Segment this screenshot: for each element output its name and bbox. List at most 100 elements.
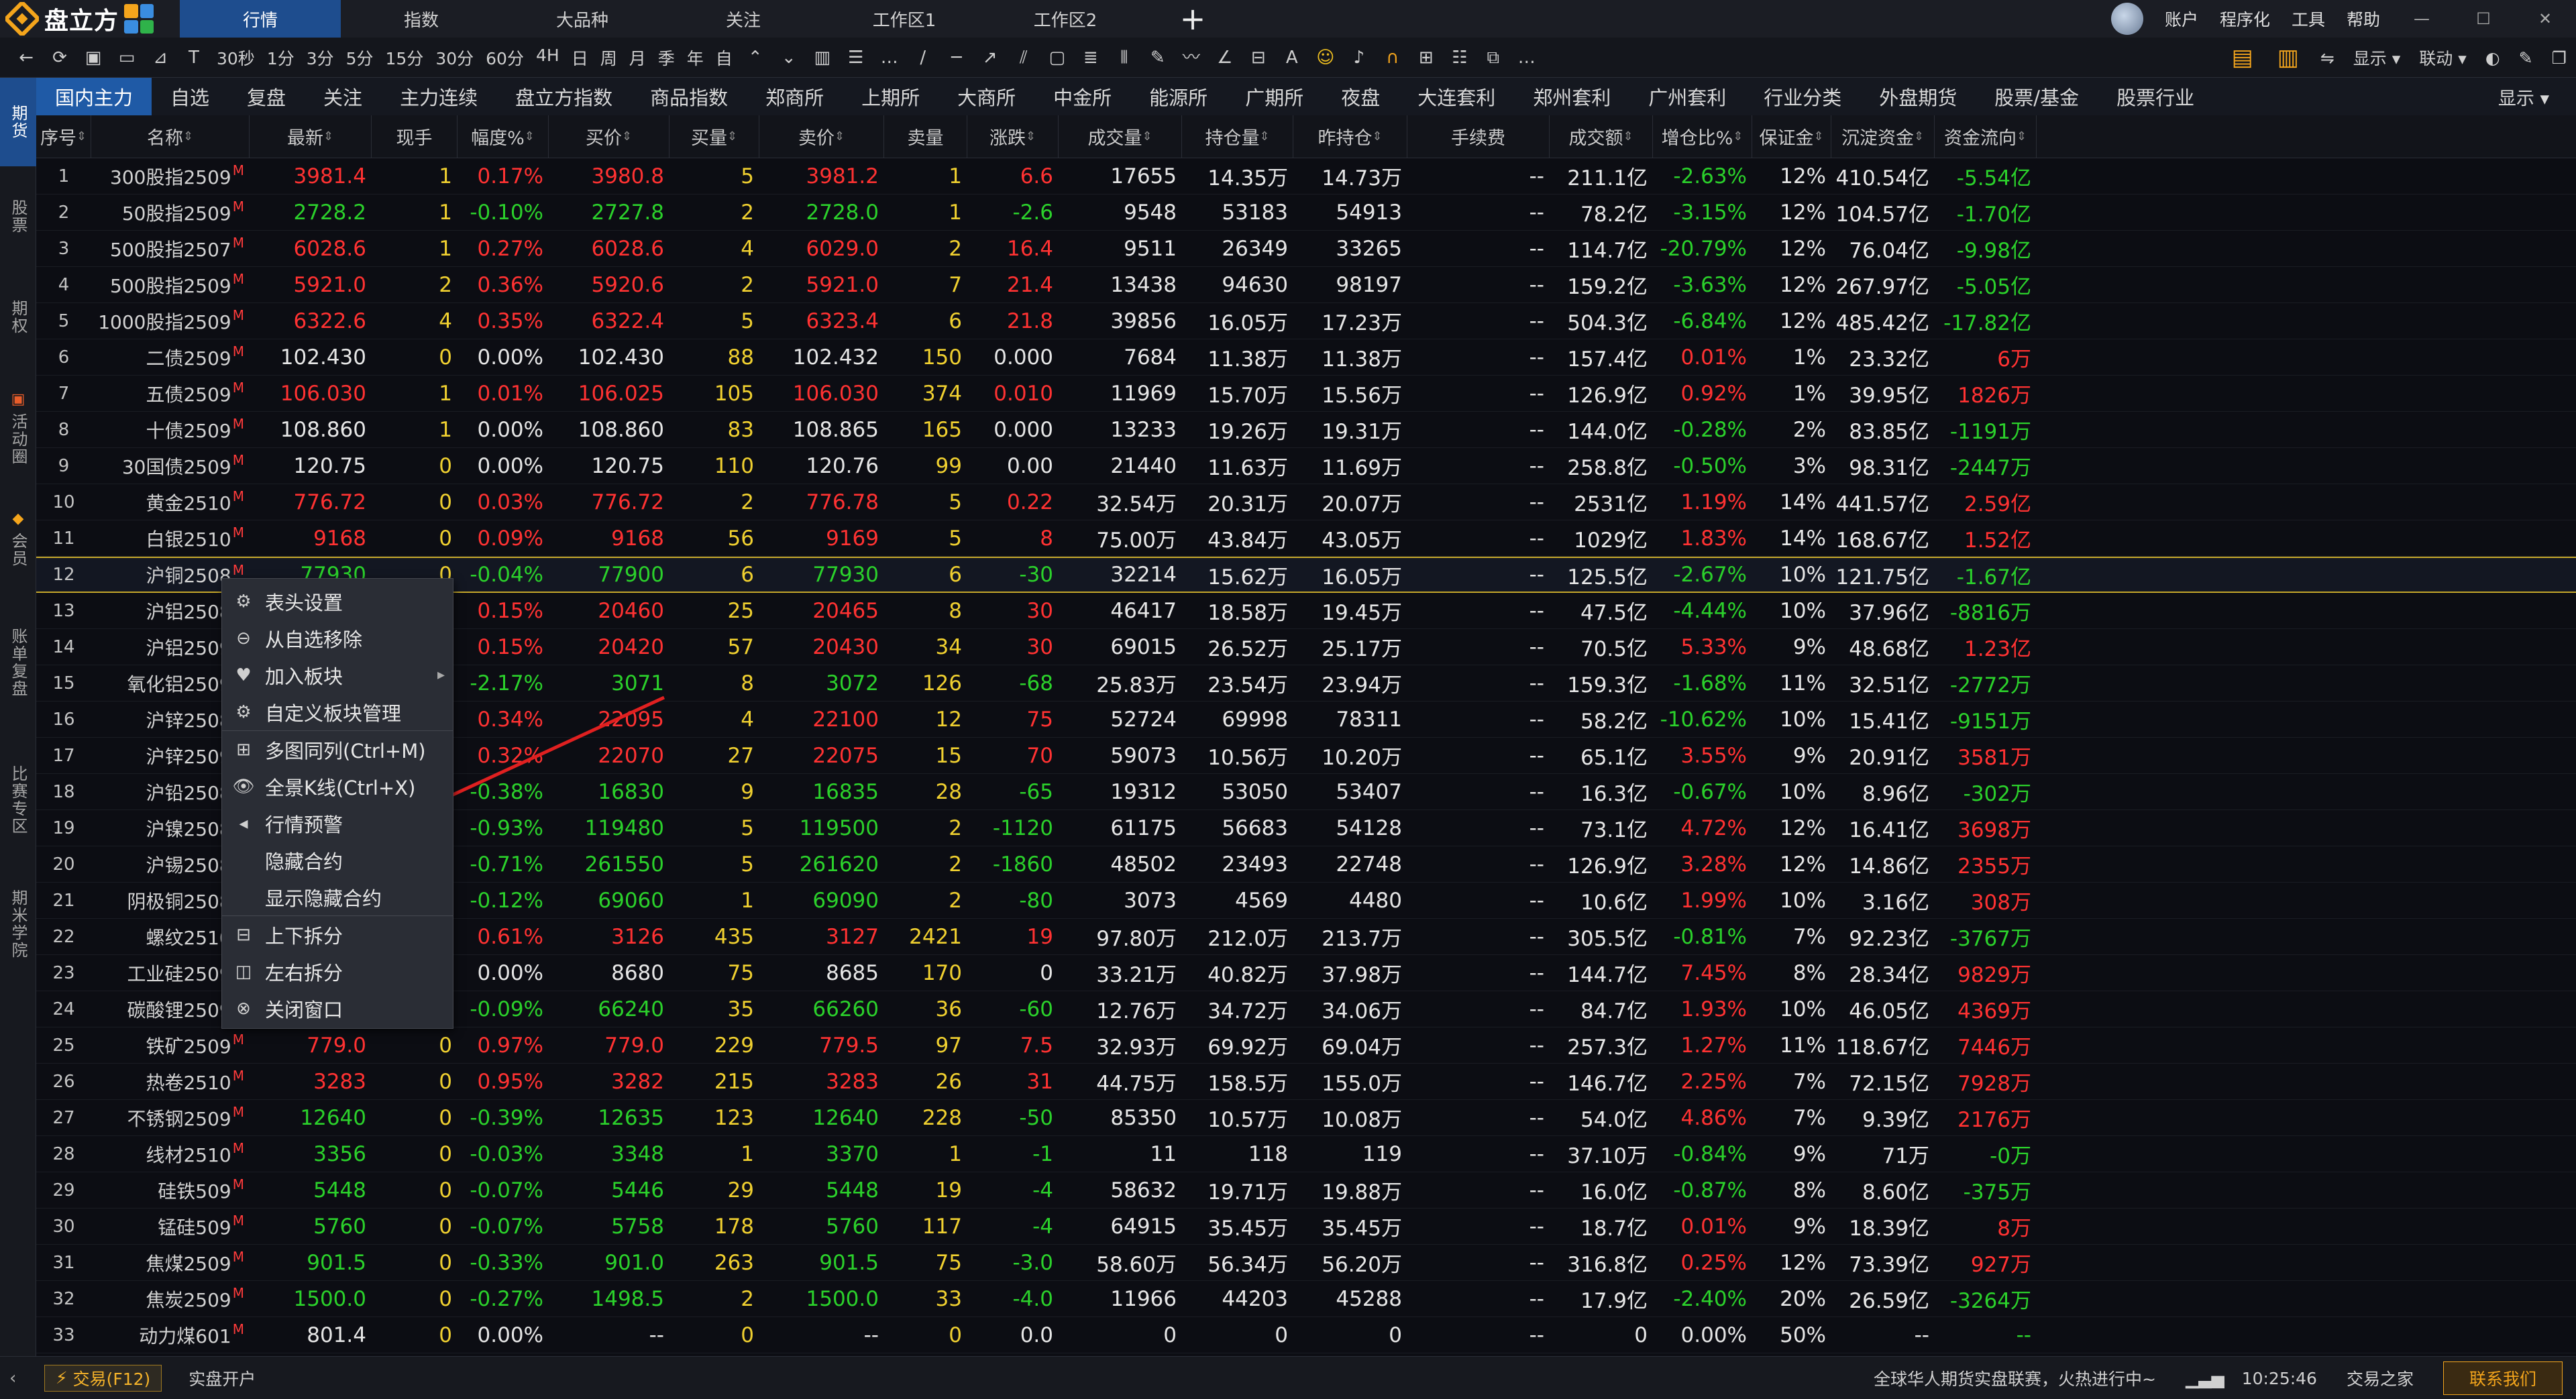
tab-20[interactable]: 股票行业 [2098, 78, 2213, 115]
link-dropdown[interactable]: 联动 ▾ [2419, 46, 2467, 70]
tab-2[interactable]: 复盘 [228, 78, 305, 115]
top-tab-3[interactable]: 关注 [663, 0, 824, 38]
line-icon[interactable]: ∕ [913, 48, 933, 68]
interval-12[interactable]: 年 [687, 46, 704, 70]
column-header-12[interactable]: 昨持仓 ⇕ [1293, 115, 1407, 158]
interval-2[interactable]: 3分 [307, 46, 334, 70]
minimize-icon[interactable]: — [2402, 9, 2442, 28]
left-rail-item-4[interactable]: ◆ 会员 [0, 488, 36, 589]
table-row[interactable]: 30 锰硅509 M 5760 0 -0.07% 5758 178 5760 117 -4 64915… [36, 1209, 2576, 1245]
interval-4[interactable]: 15分 [386, 46, 424, 70]
interval-0[interactable]: 30秒 [217, 46, 255, 70]
table-row[interactable]: 29 硅铁509 M 5448 0 -0.07% 5446 29 5448 19 -4 58632 19… [36, 1172, 2576, 1209]
menu-item-10[interactable]: ◫ 左右拆分 [222, 953, 453, 990]
menu-item-2[interactable]: ♥ 加入板块 ▸ [222, 657, 453, 693]
left-rail-item-2[interactable]: 期权 [0, 267, 36, 368]
menu-item-8[interactable]: 显示隐藏合约 [222, 879, 453, 915]
marquee-text[interactable]: 全球华人期货实盘联赛，火热进行中~ [1874, 1366, 2156, 1390]
interval-9[interactable]: 周 [600, 46, 617, 70]
column-header-17[interactable]: 沉淀资金 ⇕ [1831, 115, 1935, 158]
ellipsis-icon[interactable]: … [1517, 48, 1537, 68]
table-row[interactable]: 4 500股指2509 M 5921.0 2 0.36% 5920.6 2 5921.0 7 21.… [36, 267, 2576, 303]
wave-icon[interactable]: 〰 [1181, 48, 1201, 68]
interval-10[interactable]: 月 [629, 46, 646, 70]
avatar[interactable] [2110, 3, 2143, 35]
chart-icon[interactable]: ⊿ [150, 48, 170, 68]
menu-help[interactable]: 帮助 [2347, 7, 2380, 31]
column-header-9[interactable]: 涨跌 ⇕ [967, 115, 1059, 158]
sync-icon[interactable]: ⇋ [2320, 48, 2334, 68]
table-row[interactable]: 1 300股指2509 M 3981.4 1 0.17% 3980.8 5 3981.2 1 6.6… [36, 158, 2576, 194]
refresh-icon[interactable]: ⟳ [50, 48, 70, 68]
magnet-icon[interactable]: ∩ [1383, 48, 1403, 68]
table-row[interactable]: 3 500股指2507 M 6028.6 1 0.27% 6028.6 4 6029.0 2 16.… [36, 231, 2576, 267]
top-tab-4[interactable]: 工作区1 [824, 0, 985, 38]
menu-item-9[interactable]: ⊟ 上下拆分 [222, 916, 453, 953]
column-header-15[interactable]: 增仓比% ⇕ [1653, 115, 1752, 158]
image-icon[interactable]: ⧉ [1483, 48, 1503, 68]
trade-home-link[interactable]: 交易之家 [2347, 1366, 2414, 1390]
tab-8[interactable]: 上期所 [843, 78, 938, 115]
column-header-5[interactable]: 买价 ⇕ [549, 115, 669, 158]
table-row[interactable]: 9 30国债2509 M 120.75 0 0.00% 120.75 110 120.76 99 0… [36, 448, 2576, 484]
tab-15[interactable]: 郑州套利 [1514, 78, 1629, 115]
interval-8[interactable]: 日 [572, 46, 588, 70]
list-icon[interactable]: ☰ [846, 48, 866, 68]
tab-19[interactable]: 股票/基金 [1976, 78, 2098, 115]
rect-icon[interactable]: ▢ [1047, 48, 1067, 68]
parallel-icon[interactable]: ⫽ [1014, 48, 1034, 68]
tab-3[interactable]: 关注 [305, 78, 381, 115]
save-icon[interactable]: ▣ [83, 48, 103, 68]
display-dropdown[interactable]: 显示 ▾ [2353, 46, 2401, 70]
interval-1[interactable]: 1分 [267, 46, 294, 70]
tab-18[interactable]: 外盘期货 [1860, 78, 1976, 115]
fib-icon[interactable]: ≣ [1081, 48, 1101, 68]
tab-13[interactable]: 夜盘 [1322, 78, 1399, 115]
maximize-icon[interactable]: ☐ [2463, 9, 2504, 28]
left-rail-item-5[interactable]: 账单复盘 [0, 589, 36, 736]
smile-icon[interactable]: ☺ [1316, 48, 1336, 68]
tab-11[interactable]: 能源所 [1130, 78, 1226, 115]
menu-item-1[interactable]: ⊖ 从自选移除 [222, 620, 453, 657]
tab-9[interactable]: 大商所 [938, 78, 1034, 115]
news-icon[interactable]: ▥ [2277, 44, 2299, 71]
interval-7[interactable]: 4H [536, 46, 559, 70]
column-header-8[interactable]: 卖量 [884, 115, 967, 158]
menu-program[interactable]: 程序化 [2220, 7, 2270, 31]
open-account-link[interactable]: 实盘开户 [189, 1366, 256, 1390]
left-rail-item-1[interactable]: 股票 [0, 166, 36, 267]
tab-14[interactable]: 大连套利 [1399, 78, 1514, 115]
tab-10[interactable]: 中金所 [1034, 78, 1130, 115]
text-icon[interactable]: T [184, 48, 204, 68]
top-tab-0[interactable]: 行情 [180, 0, 341, 38]
contact-button[interactable]: 联系我们 [2443, 1361, 2563, 1395]
table-row[interactable]: 27 不锈钢2509 M 12640 0 -0.39% 12635 123 12640 228 -5… [36, 1100, 2576, 1136]
table-row[interactable]: 5 1000股指2509 M 6322.6 4 0.35% 6322.4 5 6323.4 6 21… [36, 303, 2576, 339]
table-row[interactable]: 2 50股指2509 M 2728.2 1 -0.10% 2727.8 2 2728.0 1 -2.… [36, 194, 2576, 231]
interval-11[interactable]: 季 [658, 46, 675, 70]
menu-item-6[interactable]: ◂ 行情预警 [222, 805, 453, 842]
tab-0[interactable]: 国内主力 [36, 78, 152, 115]
angle-icon[interactable]: ∠ [1215, 48, 1235, 68]
top-tab-2[interactable]: 大品种 [502, 0, 663, 38]
hline-icon[interactable]: ─ [947, 48, 967, 68]
interval-3[interactable]: 5分 [346, 46, 374, 70]
column-header-2[interactable]: 最新 ⇕ [250, 115, 372, 158]
menu-tools[interactable]: 工具 [2292, 7, 2325, 31]
window-icon[interactable]: ❐ [2552, 48, 2567, 68]
menu-item-11[interactable]: ⊗ 关闭窗口 [222, 990, 453, 1027]
tab-16[interactable]: 广州套利 [1629, 78, 1745, 115]
column-header-6[interactable]: 买量 ⇕ [669, 115, 759, 158]
tab-12[interactable]: 广期所 [1226, 78, 1322, 115]
add-tab-button[interactable]: + [1173, 1, 1213, 37]
table-row[interactable]: 6 二债2509 M 102.430 0 0.00% 102.430 88 102.432 150… [36, 339, 2576, 376]
folder-icon[interactable]: ▭ [117, 48, 137, 68]
expand-down-icon[interactable]: ⌄ [779, 48, 799, 68]
column-header-16[interactable]: 保证金 ⇕ [1752, 115, 1831, 158]
tab-17[interactable]: 行业分类 [1745, 78, 1860, 115]
table-row[interactable]: 32 焦炭2509 M 1500.0 0 -0.27% 1498.5 2 1500.0 33 -4.… [36, 1281, 2576, 1317]
menu-item-4[interactable]: ⊞ 多图同列(Ctrl+M) [222, 731, 453, 768]
column-header-18[interactable]: 资金流向 ⇕ [1935, 115, 2037, 158]
table-row[interactable]: 28 线材2510 M 3356 0 -0.03% 3348 1 3370 1 -1 11 118 119… [36, 1136, 2576, 1172]
column-header-1[interactable]: 名称 ⇕ [91, 115, 250, 158]
